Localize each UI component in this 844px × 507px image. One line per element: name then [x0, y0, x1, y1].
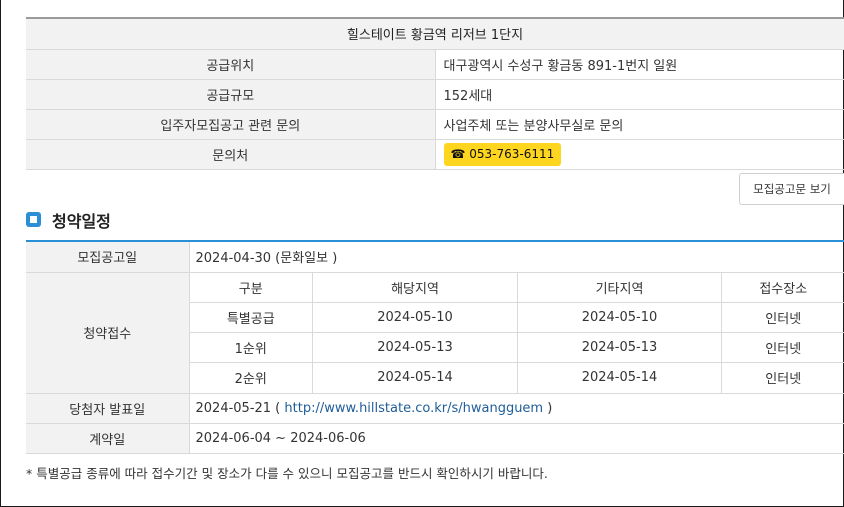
row-place: 인터넷: [721, 332, 844, 363]
row-place: 인터넷: [765, 372, 802, 388]
phone-badge[interactable]: ☎ 053-763-6111: [443, 142, 562, 166]
contact-label: 문의처: [26, 139, 436, 170]
row-place: 인터넷: [721, 302, 844, 333]
row-other-date: 2024-05-14: [517, 362, 722, 393]
announce-label: 모집공고일: [26, 242, 190, 273]
row-type: 2순위: [189, 362, 313, 393]
row-type: 1순위: [189, 332, 313, 363]
contract-label: 계약일: [26, 423, 190, 454]
table-row: 1순위 2024-05-13 2024-05-13 인터넷: [189, 332, 844, 363]
table-row: 모집공고일 2024-04-30 (문화일보 ): [26, 242, 844, 273]
inquiry-label: 입주자모집공고 관련 문의: [26, 109, 436, 140]
col-place: 접수장소: [721, 272, 844, 303]
footnote: * 특별공급 종류에 따라 접수기간 및 장소가 다를 수 있으니 모집공고를 …: [26, 466, 548, 481]
apply-label: 청약접수: [26, 272, 190, 394]
row-local-date: 2024-05-13: [312, 332, 518, 363]
table-row: 청약접수 구분 해당지역 기타지역 접수장소 특별공급 2024-05-10 2…: [26, 272, 844, 394]
supply-location-label: 공급위치: [26, 49, 436, 80]
table-header-row: 구분 해당지역 기타지역 접수장소: [189, 272, 844, 303]
row-local-date: 2024-05-14: [312, 362, 518, 393]
row-local-date: 2024-05-10: [312, 302, 518, 333]
announce-value: 2024-04-30 (문화일보 ): [189, 242, 844, 273]
inquiry-value: 사업주체 또는 분양사무실로 문의: [435, 109, 844, 140]
col-other: 기타지역: [517, 272, 722, 303]
col-local: 해당지역: [312, 272, 518, 303]
winner-label: 당첨자 발표일: [26, 393, 190, 424]
schedule-table: 모집공고일 2024-04-30 (문화일보 ) 청약접수 구분 해당지역 기타…: [26, 242, 844, 454]
winner-link[interactable]: http://www.hillstate.co.kr/s/hwangguem: [284, 401, 543, 416]
row-type: 특별공급: [189, 302, 313, 333]
row-other-date: 2024-05-13: [517, 332, 722, 363]
complex-info-table: 힐스테이트 황금역 리저브 1단지 공급위치 대구광역시 수성구 황금동 891…: [26, 19, 844, 170]
contract-value: 2024-06-04 ~ 2024-06-06: [189, 423, 844, 454]
table-row: 계약일 2024-06-04 ~ 2024-06-06: [26, 423, 844, 454]
section-square-icon: [26, 212, 41, 227]
winner-date: 2024-05-21 (: [195, 400, 281, 416]
section-title: 청약일정: [52, 212, 111, 231]
apply-subtable: 구분 해당지역 기타지역 접수장소 특별공급 2024-05-10 2024-0…: [189, 272, 844, 393]
table-row: 특별공급 2024-05-10 2024-05-10 인터넷: [189, 302, 844, 333]
table-row: 당첨자 발표일 2024-05-21 ( http://www.hillstat…: [26, 393, 844, 424]
supply-scale-value: 152세대: [435, 79, 844, 110]
supply-location-value: 대구광역시 수성구 황금동 891-1번지 일원: [435, 49, 844, 80]
supply-scale-label: 공급규모: [26, 79, 436, 110]
winner-close: ): [547, 400, 553, 416]
row-other-date: 2024-05-10: [517, 302, 722, 333]
table-row: 문의처 ☎ 053-763-6111: [26, 139, 844, 170]
table-row: 공급위치 대구광역시 수성구 황금동 891-1번지 일원: [26, 49, 844, 80]
table-row: 2순위 2024-05-14 2024-05-14 인터넷: [189, 362, 844, 393]
table-row: 입주자모집공고 관련 문의 사업주체 또는 분양사무실로 문의: [26, 109, 844, 140]
view-notice-button[interactable]: 모집공고문 보기: [739, 173, 844, 205]
winner-value: 2024-05-21 ( http://www.hillstate.co.kr/…: [189, 393, 844, 424]
col-type: 구분: [189, 272, 313, 303]
table-row: 공급규모 152세대: [26, 79, 844, 110]
complex-title: 힐스테이트 황금역 리저브 1단지: [26, 19, 844, 50]
